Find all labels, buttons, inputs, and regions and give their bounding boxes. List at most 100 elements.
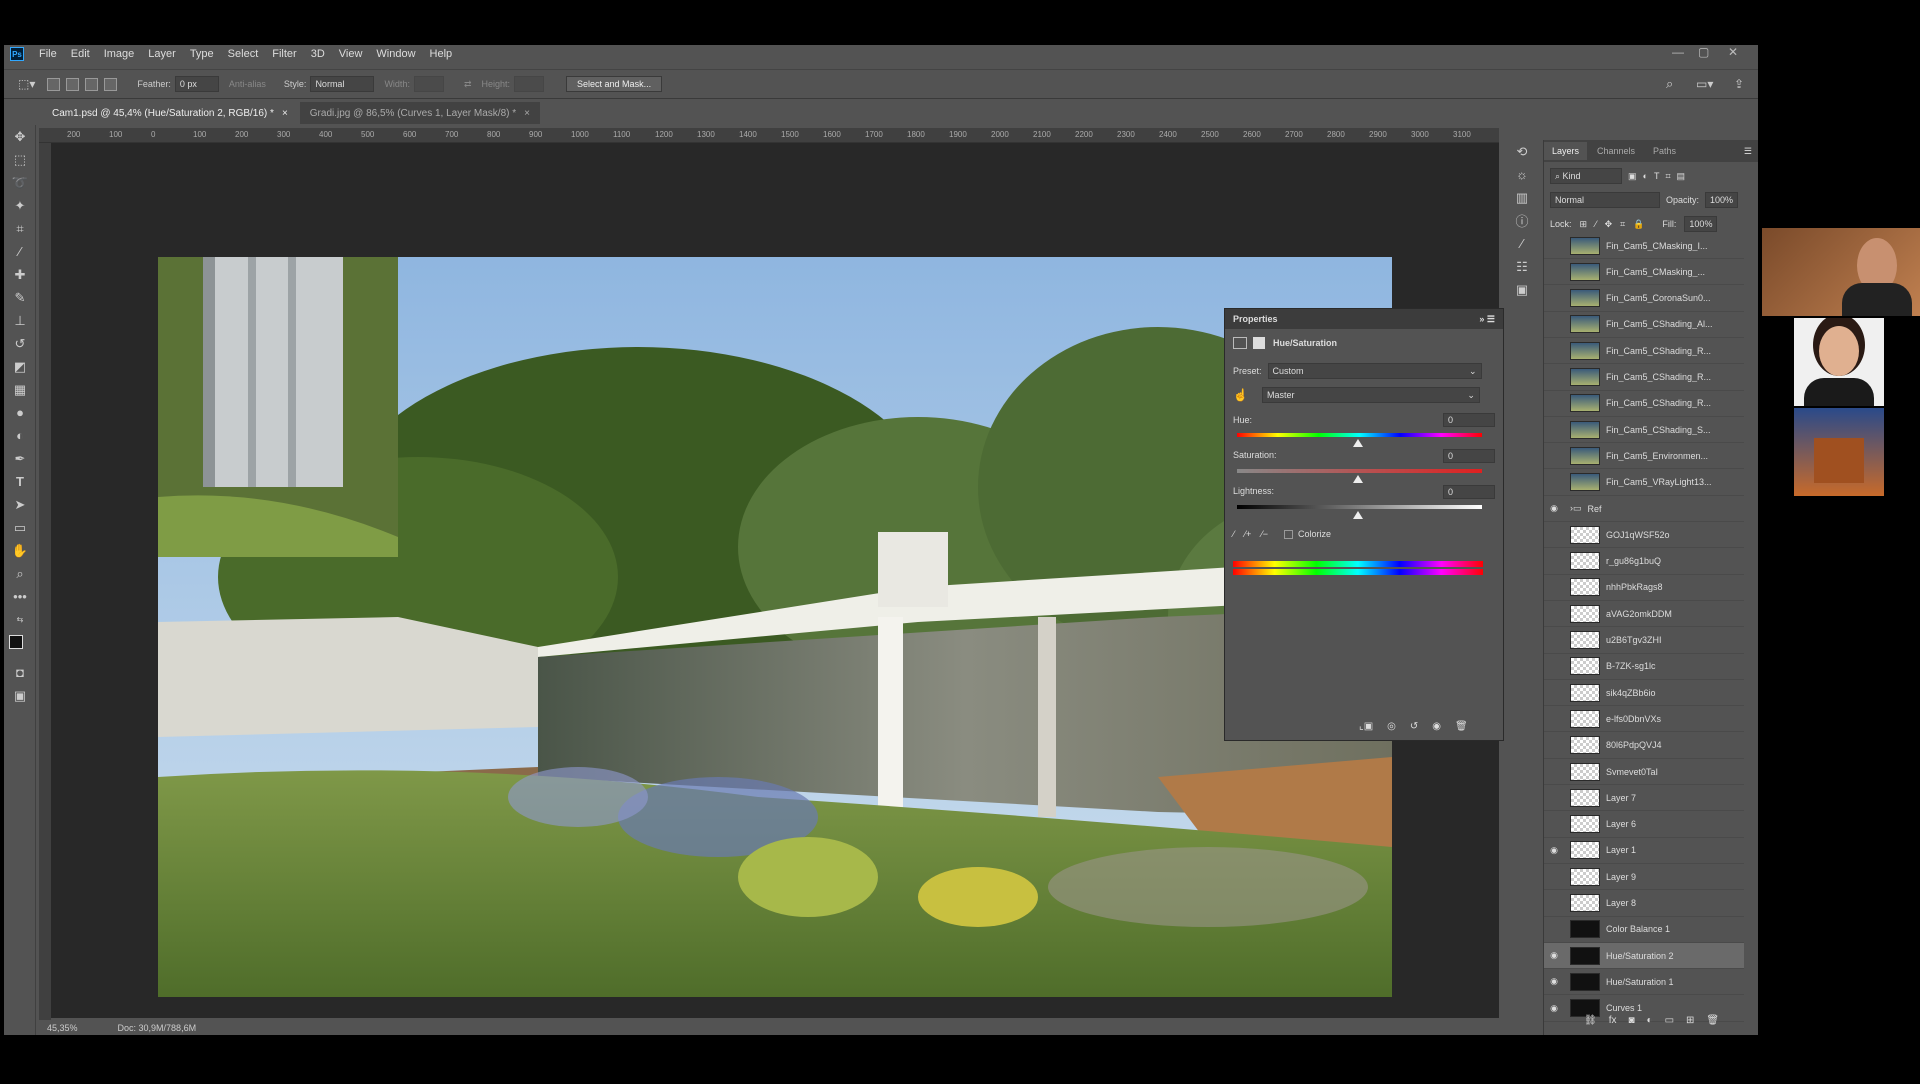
visibility-icon[interactable]: ◉: [1432, 721, 1441, 732]
intersect-selection-icon[interactable]: [104, 77, 118, 91]
visibility-eye-icon[interactable]: ◉: [1544, 503, 1564, 514]
blur-tool-icon[interactable]: ●: [4, 401, 36, 424]
zoom-tool-icon[interactable]: ⌕: [4, 562, 36, 585]
layer-row[interactable]: Fin_Cam5_CShading_Al...: [1544, 312, 1744, 338]
hand-tool-icon[interactable]: ✋: [4, 539, 36, 562]
lock-transparent-icon[interactable]: ⊞: [1580, 219, 1588, 230]
history-brush-icon[interactable]: ↺: [4, 332, 36, 355]
rectangle-tool-icon[interactable]: ▭: [4, 516, 36, 539]
menu-edit[interactable]: Edit: [64, 48, 97, 60]
healing-tool-icon[interactable]: ✚: [4, 263, 36, 286]
layer-row[interactable]: Color Balance 1: [1544, 917, 1744, 943]
menu-file[interactable]: File: [32, 48, 64, 60]
menu-help[interactable]: Help: [423, 48, 460, 60]
swap-icon[interactable]: ⇄: [464, 79, 472, 90]
layer-row[interactable]: Fin_Cam5_CMasking_...: [1544, 259, 1744, 286]
new-adjustment-icon[interactable]: ◐: [1647, 1015, 1653, 1026]
hue-slider[interactable]: [1237, 433, 1482, 437]
tab-cam1[interactable]: Cam1.psd @ 45,4% (Hue/Saturation 2, RGB/…: [42, 102, 298, 124]
layer-row[interactable]: Fin_Cam5_CShading_S...: [1544, 417, 1744, 444]
tab-layers[interactable]: Layers: [1544, 142, 1588, 160]
filter-type-icon[interactable]: T: [1654, 171, 1660, 181]
workspace-icon[interactable]: ▭▾: [1696, 77, 1713, 91]
lock-position-icon[interactable]: ✥: [1605, 219, 1613, 230]
subtract-selection-icon[interactable]: [85, 77, 99, 91]
link-layers-icon[interactable]: ⛓: [1584, 1015, 1597, 1026]
visibility-eye-icon[interactable]: ◉: [1544, 1003, 1564, 1014]
close-icon[interactable]: ×: [524, 108, 530, 119]
layer-row[interactable]: GOJ1qWSF52o: [1544, 522, 1744, 549]
reset-icon[interactable]: ↺: [1410, 721, 1418, 732]
document-image[interactable]: [158, 257, 1392, 997]
layer-row[interactable]: ◉ ›▭ Ref: [1544, 496, 1744, 522]
filter-kind-select[interactable]: ⌕ Kind: [1550, 168, 1622, 184]
gradient-tool-icon[interactable]: ▦: [4, 378, 36, 401]
layer-row[interactable]: Fin_Cam5_VRayLight13...: [1544, 470, 1744, 496]
menu-layer[interactable]: Layer: [141, 48, 183, 60]
tab-gradi[interactable]: Gradi.jpg @ 86,5% (Curves 1, Layer Mask/…: [299, 102, 540, 124]
eyedropper-plus-icon[interactable]: ⁄+: [1245, 529, 1252, 539]
layer-row[interactable]: sik4qZBb6io: [1544, 680, 1744, 707]
layer-row[interactable]: e-lfs0DbnVXs: [1544, 706, 1744, 733]
saturation-input[interactable]: 0: [1443, 449, 1495, 463]
preset-select[interactable]: Custom ⌄: [1267, 363, 1482, 379]
opacity-input[interactable]: 100%: [1705, 192, 1739, 208]
eyedropper-tool-icon[interactable]: ⁄: [4, 240, 36, 263]
layer-row[interactable]: Fin_Cam5_Environmen...: [1544, 443, 1744, 470]
new-layer-icon[interactable]: ⊞: [1686, 1015, 1694, 1026]
magic-wand-tool-icon[interactable]: ✦: [4, 194, 36, 217]
layer-row[interactable]: ◉ Hue/Saturation 2: [1544, 943, 1744, 970]
layer-row[interactable]: u2B6Tgv3ZHI: [1544, 628, 1744, 654]
more-tools-icon[interactable]: •••: [4, 585, 36, 608]
add-mask-icon[interactable]: ◙: [1628, 1015, 1634, 1026]
tab-channels[interactable]: Channels: [1589, 142, 1643, 160]
move-tool-icon[interactable]: ✥: [4, 125, 36, 148]
layer-row[interactable]: ◉ Layer 1: [1544, 838, 1744, 864]
screen-mode-icon[interactable]: ▣: [4, 684, 36, 707]
blend-mode-select[interactable]: Normal: [1550, 192, 1660, 208]
filter-smart-icon[interactable]: ▤: [1677, 171, 1686, 182]
menu-image[interactable]: Image: [97, 48, 142, 60]
quick-mask-icon[interactable]: ◘: [4, 661, 36, 684]
colorize-checkbox[interactable]: [1284, 529, 1294, 539]
crop-tool-icon[interactable]: ⌗: [4, 217, 36, 240]
layer-row[interactable]: Fin_Cam5_CShading_R...: [1544, 391, 1744, 417]
hue-input[interactable]: 0: [1443, 413, 1495, 427]
view-previous-icon[interactable]: ◎: [1387, 721, 1396, 732]
zoom-level[interactable]: 45,35%: [47, 1023, 78, 1033]
targeted-adjustment-icon[interactable]: ☝: [1233, 388, 1248, 402]
menu-filter[interactable]: Filter: [265, 48, 303, 60]
eyedropper-minus-icon[interactable]: ⁄−: [1261, 529, 1268, 539]
layer-row[interactable]: Fin_Cam5_CShading_R...: [1544, 365, 1744, 391]
layer-row[interactable]: Layer 9: [1544, 864, 1744, 891]
type-tool-icon[interactable]: T: [4, 470, 36, 493]
hue-slider-thumb[interactable]: [1353, 439, 1363, 447]
swap-colors-icon[interactable]: ⇆: [4, 608, 36, 631]
stamp-tool-icon[interactable]: ⊥: [4, 309, 36, 332]
properties-icon[interactable]: ☷: [1506, 255, 1538, 278]
width-input[interactable]: [413, 76, 444, 92]
menu-window[interactable]: Window: [369, 48, 422, 60]
channel-select[interactable]: Master ⌄: [1261, 387, 1480, 403]
pen-tool-icon[interactable]: ✒: [4, 447, 36, 470]
panel-menu-icon[interactable]: » ☰: [1479, 314, 1495, 325]
new-selection-icon[interactable]: [47, 77, 61, 91]
layer-row[interactable]: Fin_Cam5_CoronaSun0...: [1544, 286, 1744, 312]
marquee-tool-icon[interactable]: ⬚▾: [18, 77, 35, 91]
maximize-icon[interactable]: ▢: [1698, 45, 1709, 59]
layer-row[interactable]: 80l6PdpQVJ4: [1544, 733, 1744, 759]
history-icon[interactable]: ⟲: [1506, 140, 1538, 163]
filter-pixel-icon[interactable]: ▣: [1628, 171, 1637, 182]
info-icon[interactable]: ⓘ: [1506, 209, 1538, 232]
visibility-eye-icon[interactable]: ◉: [1544, 950, 1564, 961]
select-and-mask-button[interactable]: Select and Mask...: [566, 76, 663, 92]
minimize-icon[interactable]: —: [1672, 45, 1684, 59]
layer-row[interactable]: r_gu86g1buQ: [1544, 549, 1744, 575]
share-icon[interactable]: ⇪: [1734, 77, 1744, 91]
lightness-slider-thumb[interactable]: [1353, 511, 1363, 519]
lightness-slider[interactable]: [1237, 505, 1482, 509]
lock-all-icon[interactable]: 🔒: [1633, 219, 1644, 230]
antialias-checkbox[interactable]: Anti-alias: [229, 79, 266, 89]
path-select-icon[interactable]: ➤: [4, 493, 36, 516]
close-icon[interactable]: ✕: [1728, 45, 1738, 59]
